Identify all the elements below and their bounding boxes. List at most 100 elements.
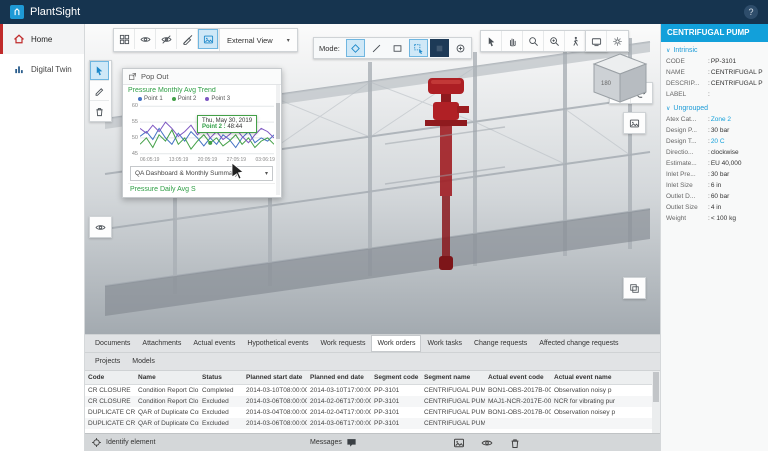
table-cell: 2014-03-06T08:00:00: [243, 396, 307, 407]
eye-icon: [139, 36, 151, 42]
diamond-icon: [351, 43, 360, 53]
tab-work-orders[interactable]: Work orders: [371, 335, 422, 352]
identify-element-label: Identify element: [106, 439, 156, 446]
chart-title[interactable]: Pressure Monthly Avg Trend: [128, 87, 275, 94]
eye-icon[interactable]: [481, 437, 493, 449]
visibility-button[interactable]: [90, 217, 111, 237]
column-header-actual-event-code[interactable]: Actual event code: [485, 371, 551, 385]
table-cell: PP-3101: [374, 387, 400, 394]
sidebar-item-digital-twin[interactable]: Digital Twin: [0, 54, 84, 84]
bottom-tabs-primary: Documents Attachments Actual events Hypothe…: [85, 334, 660, 352]
tab-models[interactable]: Models: [126, 353, 161, 370]
select-markup-button[interactable]: [90, 61, 109, 81]
chevron-down-icon: ▾: [286, 37, 290, 44]
table-row[interactable]: CR CLOSURE Condition Report Clo Excluded 20…: [85, 396, 652, 407]
dashboard-select-value: QA Dashboard & Monthly Summary: [135, 170, 238, 177]
column-header-planned-end-date[interactable]: Planned end date: [307, 371, 371, 385]
property-value: 6 in: [708, 180, 763, 191]
pan-tool-button[interactable]: [502, 31, 523, 51]
property-label: Outlet Size: [666, 204, 698, 211]
chevron-down-icon: ∨: [666, 48, 671, 54]
messages-button[interactable]: Messages: [310, 434, 357, 451]
layers-button[interactable]: [624, 278, 645, 298]
column-header-actual-event-name[interactable]: Actual event name: [551, 371, 652, 385]
property-row: Outlet Size 4 in: [661, 202, 768, 213]
image-icon[interactable]: [453, 437, 465, 449]
sidebar-item-home[interactable]: Home: [0, 24, 84, 54]
chart-popup-body: Pressure Monthly Avg Trend Point 1 Point …: [123, 85, 281, 197]
mode-line-button[interactable]: [367, 39, 386, 57]
legend-item-point-1[interactable]: Point 1: [138, 96, 163, 102]
column-header-code[interactable]: Code: [85, 371, 135, 385]
external-view-dropdown[interactable]: External View ▾: [219, 29, 297, 51]
walk-tool-button[interactable]: [565, 31, 586, 51]
mode-rectangle-button[interactable]: [388, 39, 407, 57]
table-cell: Excluded: [199, 396, 243, 407]
show-all-button[interactable]: [135, 29, 156, 49]
tab-projects[interactable]: Projects: [89, 353, 126, 370]
hide-button[interactable]: [156, 29, 177, 49]
select-box-icon: [414, 43, 423, 54]
tab-work-tasks[interactable]: Work tasks: [421, 335, 468, 352]
mode-diamond-button[interactable]: [345, 39, 365, 57]
mode-select-button[interactable]: [408, 39, 428, 57]
capture-image-button[interactable]: [624, 113, 645, 133]
property-group-intrinsic[interactable]: ∨ Intrinsic: [661, 42, 768, 56]
plantsight-logo-icon[interactable]: [10, 5, 24, 19]
table-scrollbar[interactable]: [652, 371, 660, 437]
table-row[interactable]: DUPLICATE CR QAR of Duplicate Cor Excluded…: [85, 407, 652, 418]
chart-legend: Point 1 Point 2 Point 3: [138, 96, 275, 102]
table-row[interactable]: DUPLICATE CR QAR of Duplicate Con Excluded…: [85, 418, 652, 429]
mode-add-button[interactable]: [451, 39, 470, 57]
scrollbar-thumb[interactable]: [276, 103, 280, 139]
model-viewer[interactable]: External View ▾ Mode: 180 Pop Out Pressu…: [85, 24, 660, 334]
tab-documents[interactable]: Documents: [89, 335, 136, 352]
tab-affected-change-requests[interactable]: Affected change requests: [533, 335, 624, 352]
tab-attachments[interactable]: Attachments: [136, 335, 187, 352]
table-cell: CR CLOSURE: [88, 387, 131, 394]
apps-grid-button[interactable]: [114, 29, 135, 49]
mode-fill-button[interactable]: [429, 39, 449, 57]
column-header-segment-code[interactable]: Segment code: [371, 371, 421, 385]
table-row[interactable]: CR CLOSURE Condition Report Clo Completed 2…: [85, 385, 652, 397]
dashboard-select[interactable]: QA Dashboard & Monthly Summary ▾: [130, 166, 273, 181]
property-row: Weight < 100 kg: [661, 213, 768, 224]
zoom-tool-button[interactable]: [523, 31, 544, 51]
select-tool-button[interactable]: [481, 31, 502, 51]
screen-icon: [591, 37, 601, 46]
column-header-name[interactable]: Name: [135, 371, 199, 385]
table-cell: QAR of Duplicate Con: [135, 418, 199, 429]
legend-item-point-3[interactable]: Point 3: [205, 96, 230, 102]
display-settings-button[interactable]: [607, 31, 628, 51]
property-label: Inlet Pre...: [666, 171, 696, 178]
property-row: Estimate... EU 40,000: [661, 158, 768, 169]
table-cell: DUPLICATE CR: [88, 409, 135, 416]
screen-view-button[interactable]: [586, 31, 607, 51]
clear-markup-button[interactable]: [177, 29, 198, 49]
scrollbar-thumb[interactable]: [653, 372, 659, 402]
legend-item-point-2[interactable]: Point 2: [171, 96, 196, 102]
chart-popup: Pop Out Pressure Monthly Avg Trend Point…: [122, 68, 282, 198]
column-header-planned-start-date[interactable]: Planned start date: [243, 371, 307, 385]
trash-icon[interactable]: [509, 437, 521, 449]
view-cube[interactable]: 180: [591, 52, 649, 106]
tab-change-requests[interactable]: Change requests: [468, 335, 533, 352]
tab-work-requests[interactable]: Work requests: [314, 335, 371, 352]
apps-grid-icon: [119, 34, 129, 44]
next-chart-title[interactable]: Pressure Daily Avg S: [128, 183, 275, 194]
table-cell: Excluded: [202, 409, 229, 416]
snapshot-button[interactable]: [198, 29, 219, 49]
zoom-window-button[interactable]: [544, 31, 565, 51]
property-row: Outlet D... 60 bar: [661, 191, 768, 202]
draw-markup-button[interactable]: [90, 81, 109, 101]
popup-scrollbar[interactable]: [276, 85, 280, 195]
pop-out-label[interactable]: Pop Out: [141, 72, 169, 81]
column-header-segment-name[interactable]: Segment name: [421, 371, 485, 385]
tab-hypothetical-events[interactable]: Hypothetical events: [241, 335, 314, 352]
property-group-ungrouped[interactable]: ∨ Ungrouped: [661, 100, 768, 114]
tab-actual-events[interactable]: Actual events: [187, 335, 241, 352]
help-button[interactable]: ?: [744, 5, 758, 19]
delete-markup-button[interactable]: [90, 101, 109, 121]
identify-element-button[interactable]: Identify element: [91, 434, 155, 451]
column-header-status[interactable]: Status: [199, 371, 243, 385]
